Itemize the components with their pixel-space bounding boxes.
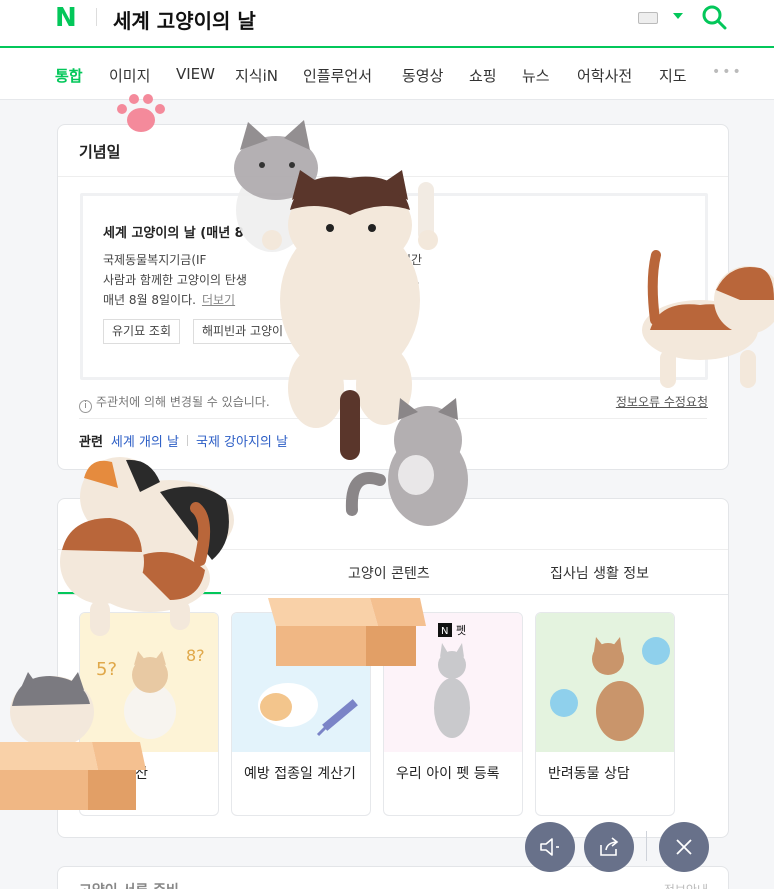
tile-vaccination-calculator[interactable]: 예방 접종일 계산기 xyxy=(231,612,371,816)
search-icon[interactable] xyxy=(701,4,727,30)
divider xyxy=(58,549,728,550)
divider xyxy=(79,418,707,419)
notice-text: 주관처에 의해 변경될 수 있습니다. xyxy=(96,395,270,409)
desc-line: 국제동물복지기금(IF xyxy=(103,253,207,267)
share-button[interactable] xyxy=(584,822,634,872)
tab-owner-info[interactable]: 집사님 생활 정보 xyxy=(550,563,649,583)
tile-pet-registration[interactable]: N 펫 우리 아이 펫 등록 xyxy=(383,612,523,816)
tab-map[interactable]: 지도 xyxy=(659,65,687,86)
cat-content-card: 고양이 콘텐츠 집사님 생활 정보 5? 8? 나이 계산 예방 접종일 계산기… xyxy=(57,498,729,838)
tile-label: 나이 계산 xyxy=(92,766,148,782)
divider xyxy=(58,176,728,177)
tab-dictionary[interactable]: 어학사전 xyxy=(577,65,632,86)
naver-logo[interactable]: N xyxy=(55,3,77,33)
desc-line: 사람과 함께한 고양이의 탄생 xyxy=(103,273,247,287)
consultation-illustration xyxy=(536,613,674,752)
chip-lost-cat[interactable]: 유기묘 조회 xyxy=(103,319,181,344)
svg-text:N: N xyxy=(441,626,448,637)
sound-button[interactable] xyxy=(525,822,575,872)
more-link[interactable]: 더보기 xyxy=(202,293,235,307)
tab-influencer[interactable]: 인플루언서 xyxy=(303,65,372,86)
top-header: N 세계 고양이의 날 통합 이미지 VIEW 지식iN 인플루언서 동영상 쇼… xyxy=(0,0,774,100)
tab-video[interactable]: 동영상 xyxy=(402,65,443,86)
related-world-dog-day[interactable]: 세계 개의 날 xyxy=(111,435,179,450)
search-input[interactable]: 세계 고양이의 날 xyxy=(113,5,256,34)
info-icon: i xyxy=(79,400,92,413)
desc-line: 정설한 날로, xyxy=(356,273,420,287)
related-links: 관련 세계 개의 날 국제 강아지의 날 xyxy=(79,431,288,450)
tab-images[interactable]: 이미지 xyxy=(109,65,150,86)
related-label: 관련 xyxy=(79,435,103,450)
anniversary-description: 국제동물복지기금(IF , 오랜 기간 사람과 함께한 고양이의 탄생 정설한 날로… xyxy=(103,250,523,310)
svg-text:8?: 8? xyxy=(186,646,205,665)
desc-line: 매년 8월 8일이다. xyxy=(103,293,196,307)
card-title: 기념일 xyxy=(79,143,121,161)
vaccination-illustration xyxy=(232,613,370,752)
more-tabs-icon[interactable]: ••• xyxy=(712,64,743,80)
tile-label: 우리 아이 펫 등록 xyxy=(396,766,500,782)
report-error-link[interactable]: 정보오류 수정요청 xyxy=(616,393,708,410)
tab-shopping[interactable]: 쇼핑 xyxy=(469,65,497,86)
keyboard-icon[interactable] xyxy=(638,12,658,24)
search-bar: N 세계 고양이의 날 xyxy=(0,0,774,48)
tab-kin[interactable]: 지식iN xyxy=(235,65,278,86)
notice: i 주관처에 의해 변경될 수 있습니다. xyxy=(79,393,270,413)
next-card: 고양이 서류 준비 정보안내 xyxy=(57,866,729,889)
svg-text:5?: 5? xyxy=(96,659,117,680)
pet-registration-illustration: N 펫 xyxy=(384,613,522,752)
divider xyxy=(96,8,97,26)
tab-news[interactable]: 뉴스 xyxy=(522,65,550,86)
tab-cat-contents[interactable]: 고양이 콘텐츠 xyxy=(348,563,430,583)
card-meta: 정보안내 xyxy=(664,881,708,889)
desc-line: , 오랜 기간 xyxy=(366,253,423,267)
cat-age-illustration: 5? 8? xyxy=(80,613,218,752)
tab-view[interactable]: VIEW xyxy=(176,65,215,83)
speaker-icon xyxy=(540,838,559,856)
anniversary-info: 세계 고양이의 날 (매년 8 국제동물복지기금(IF , 오랜 기간 사람과 함… xyxy=(80,193,708,380)
divider xyxy=(646,831,647,861)
tile-age-calculator[interactable]: 5? 8? 나이 계산 xyxy=(79,612,219,816)
anniversary-title: 세계 고양이의 날 (매년 8 xyxy=(103,226,244,241)
tile-label: 예방 접종일 계산기 xyxy=(244,766,356,782)
svg-text:펫: 펫 xyxy=(456,624,466,637)
close-button[interactable] xyxy=(659,822,709,872)
divider xyxy=(58,594,728,595)
share-icon xyxy=(600,837,619,856)
separator xyxy=(187,435,188,446)
tile-pet-consultation[interactable]: 반려동물 상담 xyxy=(535,612,675,816)
anniversary-card: 기념일 세계 고양이의 날 (매년 8 국제동물복지기금(IF , 오랜 기간 사… xyxy=(57,124,729,470)
tab-integrated[interactable]: 통합 xyxy=(55,65,83,86)
tile-label: 반려동물 상담 xyxy=(548,766,630,782)
chip-happybean[interactable]: 해피빈과 고양이 xyxy=(193,319,293,344)
search-tabs: 통합 이미지 VIEW 지식iN 인플루언서 동영상 쇼핑 뉴스 어학사전 지도… xyxy=(0,50,774,100)
card-title: 고양이 서류 준비 xyxy=(79,880,179,889)
related-intl-puppy-day[interactable]: 국제 강아지의 날 xyxy=(196,435,288,450)
close-icon xyxy=(676,839,692,855)
chevron-down-icon[interactable] xyxy=(673,13,683,19)
